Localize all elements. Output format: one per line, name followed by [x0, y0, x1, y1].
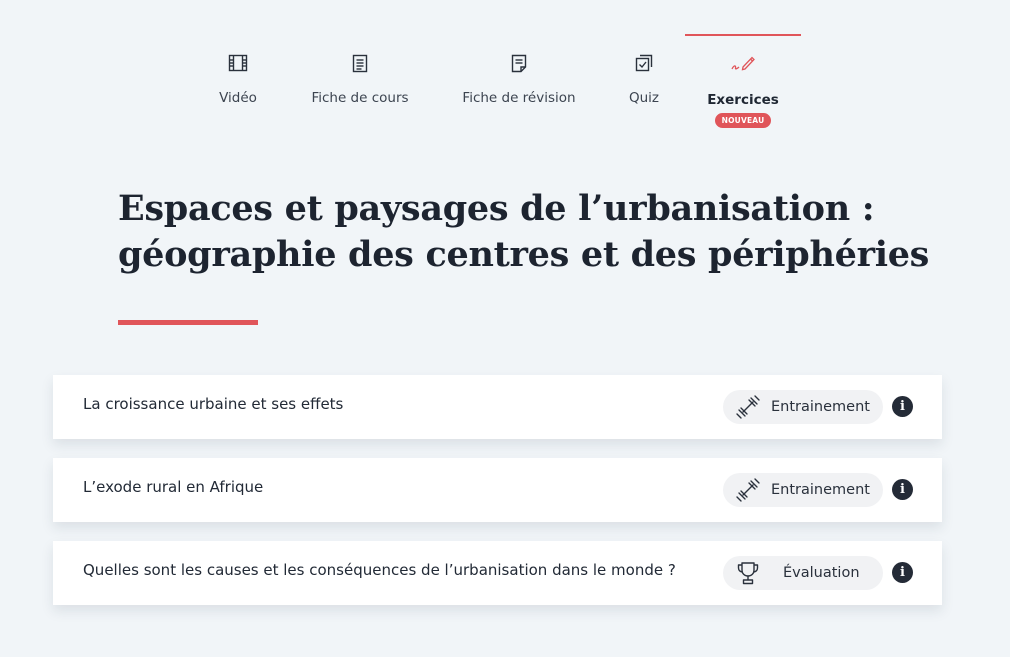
- exercise-card[interactable]: L’exode rural en Afrique Entrainement i: [53, 458, 942, 522]
- dumbbell-icon: [733, 475, 763, 505]
- info-icon[interactable]: i: [892, 479, 913, 500]
- exercise-title[interactable]: Quelles sont les causes et les conséquen…: [83, 561, 676, 579]
- tab-fiche-de-cours-label: Fiche de cours: [311, 90, 409, 106]
- exercise-type-label: Entrainement: [771, 399, 870, 415]
- page-title-line-1: Espaces et paysages de l’urbanisation :: [118, 188, 875, 229]
- content-tabs: Vidéo Fiche de cours Fiche de révision Q…: [0, 0, 1010, 150]
- page-title: Espaces et paysages de l’urbanisation : …: [118, 186, 958, 278]
- exercise-card[interactable]: La croissance urbaine et ses effets Entr…: [53, 375, 942, 439]
- exercise-type-pill[interactable]: Entrainement: [723, 473, 883, 507]
- tab-quiz[interactable]: Quiz: [620, 36, 668, 136]
- tab-fiche-de-revision[interactable]: Fiche de révision: [455, 36, 583, 136]
- title-underline: [118, 320, 258, 325]
- quiz-icon: [635, 48, 653, 78]
- page-title-line-2: géographie des centres et des périphérie…: [118, 234, 930, 275]
- info-icon[interactable]: i: [892, 562, 913, 583]
- info-icon[interactable]: i: [892, 396, 913, 417]
- tab-fiche-de-cours[interactable]: Fiche de cours: [304, 36, 416, 136]
- tab-quiz-label: Quiz: [628, 90, 660, 106]
- dumbbell-icon: [733, 392, 763, 422]
- new-badge: NOUVEAU: [714, 113, 772, 128]
- exercise-title[interactable]: La croissance urbaine et ses effets: [83, 395, 343, 413]
- tab-exercices[interactable]: Exercices NOUVEAU: [685, 34, 801, 136]
- tab-exercices-label: Exercices: [707, 92, 779, 108]
- exercise-type-label: Entrainement: [771, 482, 870, 498]
- pen-icon: [731, 48, 755, 78]
- tab-fiche-de-revision-label: Fiche de révision: [462, 90, 576, 106]
- exercise-type-pill[interactable]: Évaluation: [723, 556, 883, 590]
- exercise-type-label: Évaluation: [783, 565, 860, 581]
- document-icon: [352, 48, 368, 78]
- revision-sheet-icon: [511, 48, 527, 78]
- exercise-type-pill[interactable]: Entrainement: [723, 390, 883, 424]
- film-icon: [228, 48, 248, 78]
- tab-video-label: Vidéo: [219, 90, 257, 106]
- exercise-card[interactable]: Quelles sont les causes et les conséquen…: [53, 541, 942, 605]
- tab-video[interactable]: Vidéo: [208, 36, 268, 136]
- trophy-icon: [733, 558, 763, 588]
- exercise-title[interactable]: L’exode rural en Afrique: [83, 478, 263, 496]
